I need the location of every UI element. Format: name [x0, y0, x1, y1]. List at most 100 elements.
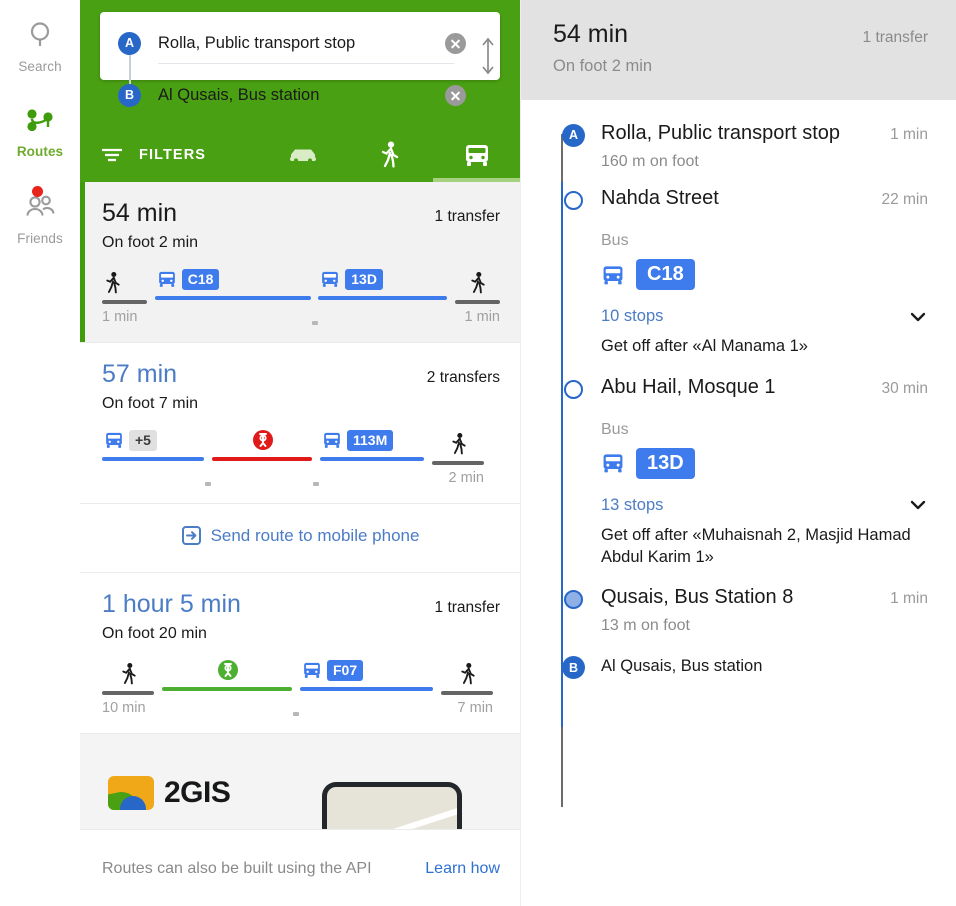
sidebar-item-search[interactable]: Search — [0, 18, 80, 74]
tram-icon — [217, 659, 239, 681]
segment-time — [155, 305, 311, 325]
detail-transfers: 1 transfer — [862, 29, 928, 46]
route-timeline: A Rolla, Public transport stop 1 min 160… — [521, 122, 956, 807]
origin-field[interactable]: Rolla, Public transport stop — [158, 26, 468, 60]
tab-transit[interactable] — [433, 128, 520, 182]
promo-app-name: 2GIS — [164, 776, 231, 809]
segment-time — [212, 466, 312, 486]
search-pin-icon — [23, 18, 57, 52]
route-line-badge[interactable]: C18 — [636, 259, 695, 290]
sidebar-item-label-routes: Routes — [16, 144, 64, 159]
timeline-step-title: Nahda Street — [601, 187, 719, 209]
walk-icon — [469, 271, 487, 295]
api-footer-text: Routes can also be built using the API — [102, 860, 372, 877]
clear-origin-icon[interactable] — [445, 32, 466, 54]
filter-icon — [100, 146, 124, 164]
segment-time — [162, 696, 292, 716]
timeline-marker-stop — [553, 379, 583, 399]
walk-icon — [450, 432, 468, 456]
segment-gap — [147, 321, 154, 325]
bus-icon — [157, 269, 177, 289]
filters-button[interactable]: FILTERS — [100, 146, 206, 164]
destination-field[interactable]: Al Qusais, Bus station — [158, 78, 468, 112]
sidebar-item-routes[interactable]: Routes — [0, 103, 80, 159]
bus-icon — [601, 451, 625, 475]
field-divider — [158, 63, 454, 64]
tab-car[interactable] — [259, 128, 346, 182]
timeline-step-mode: Bus — [601, 232, 629, 249]
timeline-step-title: Rolla, Public transport stop — [601, 122, 841, 144]
route-segments: +5 113M 2 min — [102, 427, 500, 486]
segment-bar-bus — [318, 296, 448, 300]
transport-mode-tabs — [259, 128, 520, 182]
sidebar-item-friends[interactable]: Friends — [0, 186, 80, 246]
timeline-step-title: Al Qusais, Bus station — [601, 657, 763, 676]
segment-bus: C18 — [154, 266, 311, 325]
route-duration: 54 min — [102, 199, 178, 227]
timeline-step[interactable]: A Rolla, Public transport stop 1 min 160… — [553, 122, 928, 171]
segment-bar-bus — [320, 457, 424, 461]
route-line-badge[interactable]: 13D — [636, 447, 695, 479]
walk-icon — [104, 271, 122, 295]
route-card[interactable]: 1 hour 5 min 1 transfer On foot 20 min 1… — [80, 573, 520, 734]
timeline-get-off: Get off after «Al Manama 1» — [601, 337, 808, 355]
learn-how-link[interactable]: Learn how — [425, 860, 500, 878]
stop-ring-icon — [564, 379, 583, 399]
route-card[interactable]: 54 min 1 transfer On foot 2 min 1 min C1… — [80, 182, 520, 343]
bus-icon — [320, 269, 340, 289]
stop-ring-icon — [564, 191, 583, 210]
segment-badges — [432, 431, 484, 457]
segment-time — [300, 696, 433, 716]
segment-bar-bus — [154, 296, 311, 300]
detail-on-foot: On foot 2 min — [553, 57, 653, 75]
segment-badges: 113M — [320, 427, 424, 453]
timeline-step[interactable]: Nahda Street 22 min Bus C18 10 stops Get… — [553, 187, 928, 358]
swap-endpoints-button[interactable] — [474, 32, 502, 80]
segment-bus: F07 — [300, 657, 433, 716]
timeline-step-sub: 160 m on foot — [601, 153, 699, 170]
tab-walk[interactable] — [346, 128, 433, 182]
segment-badges — [102, 270, 147, 296]
timeline-step[interactable]: Abu Hail, Mosque 1 30 min Bus 13D 13 sto… — [553, 376, 928, 569]
route-on-foot: On foot 7 min — [102, 395, 199, 412]
marker-b: B — [562, 656, 585, 680]
destination-value[interactable]: Al Qusais, Bus station — [158, 86, 445, 105]
segment-walk: 7 min — [441, 661, 493, 716]
timeline-stops-toggle[interactable]: 13 stops — [601, 496, 928, 515]
route-segments: 1 min C18 13D 1 min — [102, 266, 500, 325]
route-duration: 57 min — [102, 360, 178, 388]
segment-badges — [441, 661, 493, 687]
app-promo-banner[interactable]: 2GIS — [80, 734, 520, 830]
clear-destination-icon[interactable] — [445, 84, 466, 106]
chevron-down-icon — [908, 310, 928, 324]
bus-icon — [302, 660, 322, 680]
timeline-stops-count: 13 stops — [601, 495, 664, 514]
route-count-badge: +5 — [129, 429, 157, 451]
segment-time — [320, 466, 424, 486]
origin-value[interactable]: Rolla, Public transport stop — [158, 34, 445, 53]
segment-bus: +5 — [102, 427, 204, 486]
swap-vertical-icon — [478, 34, 498, 78]
send-to-phone-icon — [181, 525, 202, 546]
segment-walk: 2 min — [432, 431, 484, 486]
timeline-marker-b: B — [553, 656, 585, 680]
segment-badges: C18 — [155, 266, 311, 292]
marker-a: A — [118, 32, 141, 55]
walk-icon — [459, 662, 477, 686]
timeline-step[interactable]: Qusais, Bus Station 8 1 min 13 m on foot — [553, 586, 928, 635]
marker-b: B — [118, 84, 141, 107]
friends-notification-dot — [32, 186, 43, 197]
segment-time: 7 min — [457, 700, 493, 716]
sidebar-item-label-friends: Friends — [17, 231, 63, 246]
route-results-list: 54 min 1 transfer On foot 2 min 1 min C1… — [80, 182, 520, 906]
ab-markers: A B — [118, 12, 144, 107]
timeline-stops-toggle[interactable]: 10 stops — [601, 307, 928, 326]
bus-icon — [601, 263, 625, 287]
send-route-button[interactable]: Send route to mobile phone — [181, 525, 419, 546]
timeline-step-time: 1 min — [890, 126, 928, 143]
timeline-step[interactable]: B Al Qusais, Bus station — [553, 656, 928, 680]
segment-tram — [162, 657, 292, 716]
route-card[interactable]: 57 min 2 transfers On foot 7 min +5 113M… — [80, 343, 520, 504]
send-route-row: Send route to mobile phone — [80, 504, 520, 573]
walk-icon — [379, 141, 401, 169]
